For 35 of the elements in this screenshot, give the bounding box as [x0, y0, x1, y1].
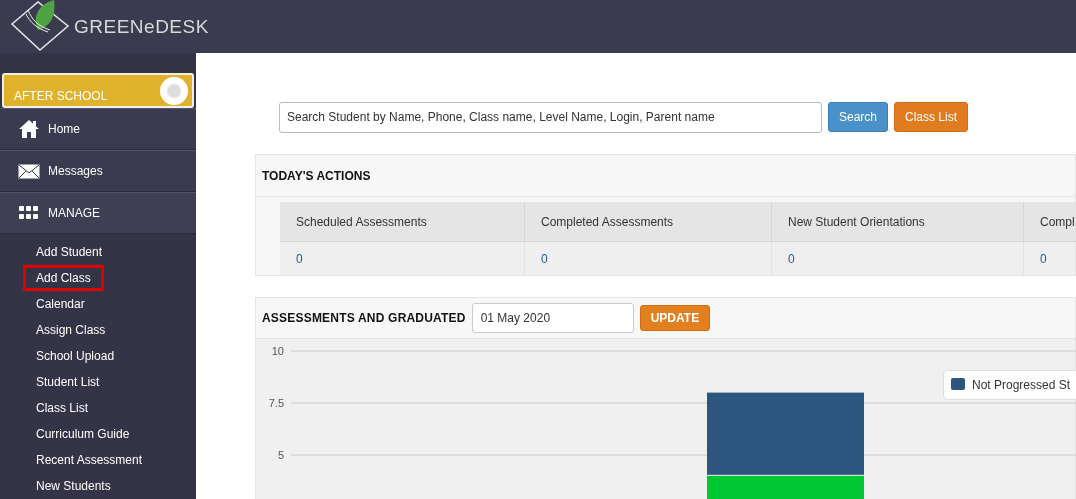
axis-tick-label: 7.5 [268, 397, 284, 409]
submenu-item[interactable]: Curriculum Guide [23, 421, 143, 447]
column-header: Completed Assessments [525, 202, 772, 242]
house-icon [18, 119, 40, 139]
submenu-item[interactable]: Class List [23, 395, 101, 421]
submenu-item[interactable]: New Students [23, 473, 124, 499]
nav-item[interactable]: Messages [0, 150, 196, 192]
menu-section-header[interactable]: MANAGE [0, 192, 196, 234]
table-cell: 0 [1024, 242, 1076, 275]
submenu-item[interactable]: Add Class [23, 265, 104, 291]
axis-tick-label: 10 [271, 345, 284, 357]
legend-label: Not Progressed St [972, 378, 1071, 392]
search-field[interactable]: Search Student by Name, Phone, Class name, Level Name, Login, Parent name [279, 101, 822, 133]
submenu-item[interactable]: Assign Class [23, 317, 119, 343]
submenu-item[interactable]: Calendar [23, 291, 98, 317]
table-cell: 0 [280, 242, 525, 275]
submenu-item[interactable]: School Upload [23, 343, 128, 369]
panel-title: TODAY'S ACTIONS [262, 168, 371, 183]
submenu-item[interactable]: Add Student [23, 239, 116, 265]
leaf-logo-icon [8, 0, 70, 53]
axis-tick-label: 5 [277, 449, 284, 461]
date-field[interactable]: 01 May 2020 [471, 303, 634, 333]
panel-title: ASSESSMENTS AND GRADUATED [262, 311, 466, 325]
grid-icon [19, 206, 39, 220]
submenu-item[interactable]: Student List [23, 369, 113, 395]
envelope-icon [18, 163, 40, 179]
brand-name: GREENeDESK [74, 15, 209, 38]
table-cell: 0 [525, 242, 772, 275]
chart-legend: Not Progressed St [943, 370, 1076, 400]
column-header: Scheduled Assessments [280, 202, 525, 242]
table-cell: 0 [772, 242, 1024, 275]
nav-item[interactable]: Home [0, 108, 196, 150]
submenu-item[interactable]: Recent Assessment [23, 447, 156, 473]
column-header: Compl [1024, 202, 1076, 242]
column-header: New Student Orientations [772, 202, 1024, 242]
